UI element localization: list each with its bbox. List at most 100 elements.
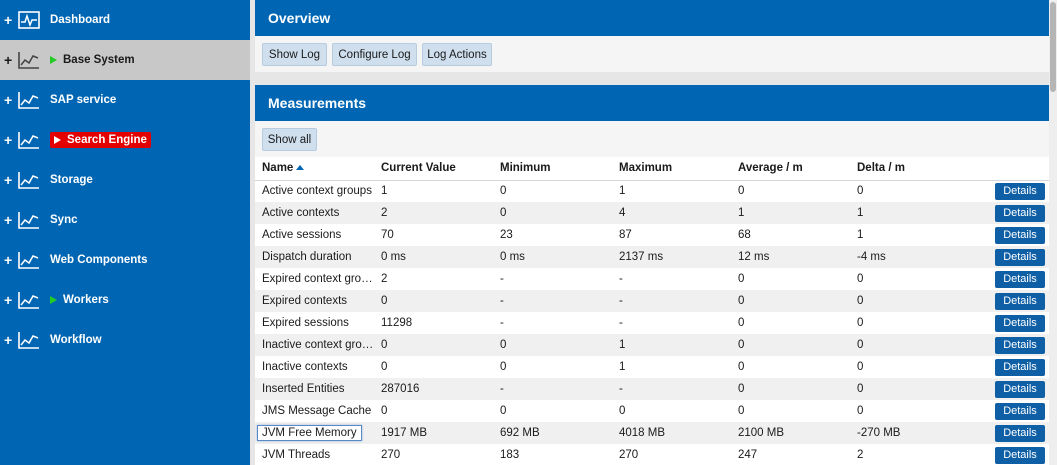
- sidebar-item-search-engine[interactable]: + Search Engine: [0, 120, 250, 160]
- sidebar-item-dashboard[interactable]: + Dashboard: [0, 0, 250, 40]
- cell-average: 0: [738, 405, 745, 417]
- expand-icon[interactable]: +: [4, 93, 16, 107]
- details-button[interactable]: Details: [995, 204, 1045, 222]
- sidebar-item-label: Web Components: [50, 254, 148, 266]
- cell-delta: 1: [850, 202, 969, 224]
- cell-name: JVM Free Memory: [255, 422, 374, 444]
- cell-current: 2: [374, 202, 493, 224]
- expand-icon[interactable]: +: [4, 253, 16, 267]
- table-row: JMS Message Cache 0 0 0 0 0 Details: [255, 400, 1049, 422]
- column-header-minimum[interactable]: Minimum: [493, 157, 612, 181]
- cell-maximum: 1: [619, 361, 626, 373]
- cell-action: Details: [969, 356, 1049, 378]
- scrollbar-thumb[interactable]: [1050, 2, 1056, 92]
- chart-icon: [18, 92, 39, 109]
- details-button[interactable]: Details: [995, 358, 1045, 376]
- cell-action: Details: [969, 180, 1049, 202]
- cell-maximum: 1: [619, 185, 626, 198]
- cell-delta: 0: [850, 334, 969, 356]
- expand-icon[interactable]: +: [4, 13, 16, 27]
- sidebar-item-storage[interactable]: + Storage: [0, 160, 250, 200]
- cell-action: Details: [969, 400, 1049, 422]
- log-actions-button[interactable]: Log Actions: [422, 43, 492, 66]
- cell-delta: 2: [857, 449, 864, 461]
- chart-icon: [18, 212, 39, 229]
- cell-maximum: 1: [612, 334, 731, 356]
- details-button[interactable]: Details: [995, 336, 1045, 354]
- sidebar-item-label: Base System: [63, 54, 135, 66]
- cell-name: Inactive context groups: [255, 334, 374, 356]
- cell-action: Details: [969, 334, 1049, 356]
- focused-row-name[interactable]: JVM Free Memory: [257, 425, 362, 441]
- expand-icon[interactable]: +: [4, 333, 16, 347]
- sidebar-item-workers[interactable]: + Workers: [0, 280, 250, 320]
- column-header-average[interactable]: Average / m: [731, 157, 850, 181]
- details-button[interactable]: Details: [995, 292, 1045, 310]
- cell-current: 287016: [374, 378, 493, 400]
- details-button[interactable]: Details: [995, 424, 1045, 442]
- column-header-current[interactable]: Current Value: [374, 157, 493, 181]
- details-button[interactable]: Details: [995, 314, 1045, 332]
- cell-delta: 0: [857, 361, 864, 373]
- cell-minimum: 0: [493, 202, 612, 224]
- cell-maximum: -: [612, 378, 731, 400]
- cell-average: 2100 MB: [731, 422, 850, 444]
- cell-maximum: -: [612, 290, 731, 312]
- table-row: Dispatch duration 0 ms 0 ms 2137 ms 12 ms -4 …: [255, 246, 1049, 268]
- sidebar-item-web-components[interactable]: + Web Components: [0, 240, 250, 280]
- table-row: Active contexts 2 0 4 1 1 Details: [255, 202, 1049, 224]
- sidebar: + Dashboard + Base System + SAP service …: [0, 0, 250, 465]
- sort-ascending-icon: [296, 165, 305, 171]
- expand-icon[interactable]: +: [4, 213, 16, 227]
- details-button[interactable]: Details: [995, 380, 1045, 398]
- configure-log-button[interactable]: Configure Log: [332, 43, 417, 66]
- sidebar-item-base-system[interactable]: + Base System: [0, 40, 250, 80]
- table-row: Active sessions 70 23 87 68 1 Details: [255, 224, 1049, 246]
- vertical-scrollbar[interactable]: [1049, 0, 1057, 465]
- details-button[interactable]: Details: [995, 226, 1045, 244]
- chart-icon: [18, 292, 39, 309]
- details-button[interactable]: Details: [995, 446, 1045, 464]
- sidebar-item-label: Workers: [63, 294, 109, 306]
- measurements-title: Measurements: [268, 95, 367, 111]
- cell-delta: 0: [857, 273, 864, 285]
- details-button[interactable]: Details: [995, 270, 1045, 288]
- column-header-name[interactable]: Name: [255, 157, 374, 181]
- cell-name: JVM Threads: [262, 449, 331, 461]
- cell-minimum: 0: [500, 361, 507, 373]
- cell-minimum: -: [500, 273, 504, 285]
- cell-maximum: 0: [619, 405, 626, 417]
- show-all-button[interactable]: Show all: [262, 128, 317, 151]
- cell-current: 11298: [381, 317, 413, 329]
- expand-icon[interactable]: +: [4, 53, 16, 67]
- sidebar-item-workflow[interactable]: + Workflow: [0, 320, 250, 360]
- show-log-button[interactable]: Show Log: [262, 43, 327, 66]
- expand-icon[interactable]: +: [4, 133, 16, 147]
- sidebar-item-sap-service[interactable]: + SAP service: [0, 80, 250, 120]
- overview-title: Overview: [268, 10, 331, 26]
- cell-minimum: -: [493, 378, 612, 400]
- cell-delta: 0: [850, 378, 969, 400]
- table-row: Expired sessions 11298 - - 0 0 Details: [255, 312, 1049, 334]
- cell-minimum: -: [500, 317, 504, 329]
- details-button[interactable]: Details: [995, 248, 1045, 266]
- cell-average: 0: [738, 361, 745, 373]
- table-row: JVM Free Memory 1917 MB 692 MB 4018 MB 2100 …: [255, 422, 1049, 444]
- details-button[interactable]: Details: [995, 182, 1045, 200]
- cell-delta: -270 MB: [850, 422, 969, 444]
- column-header-maximum[interactable]: Maximum: [612, 157, 731, 181]
- cell-average: 247: [738, 449, 758, 461]
- details-button[interactable]: Details: [995, 402, 1045, 420]
- table-row: Inserted Entities 287016- -0 0 Details: [255, 378, 1049, 400]
- error-indicator-icon: [54, 136, 61, 144]
- cell-action: Details: [969, 444, 1049, 465]
- column-header-delta[interactable]: Delta / m: [850, 157, 969, 181]
- cell-average: 1: [731, 202, 850, 224]
- sidebar-item-sync[interactable]: + Sync: [0, 200, 250, 240]
- cell-minimum: 23: [500, 229, 513, 241]
- sidebar-item-label: Dashboard: [50, 14, 111, 26]
- cell-name: Expired sessions: [262, 317, 349, 329]
- cell-minimum: 0: [500, 185, 507, 198]
- expand-icon[interactable]: +: [4, 293, 16, 307]
- expand-icon[interactable]: +: [4, 173, 16, 187]
